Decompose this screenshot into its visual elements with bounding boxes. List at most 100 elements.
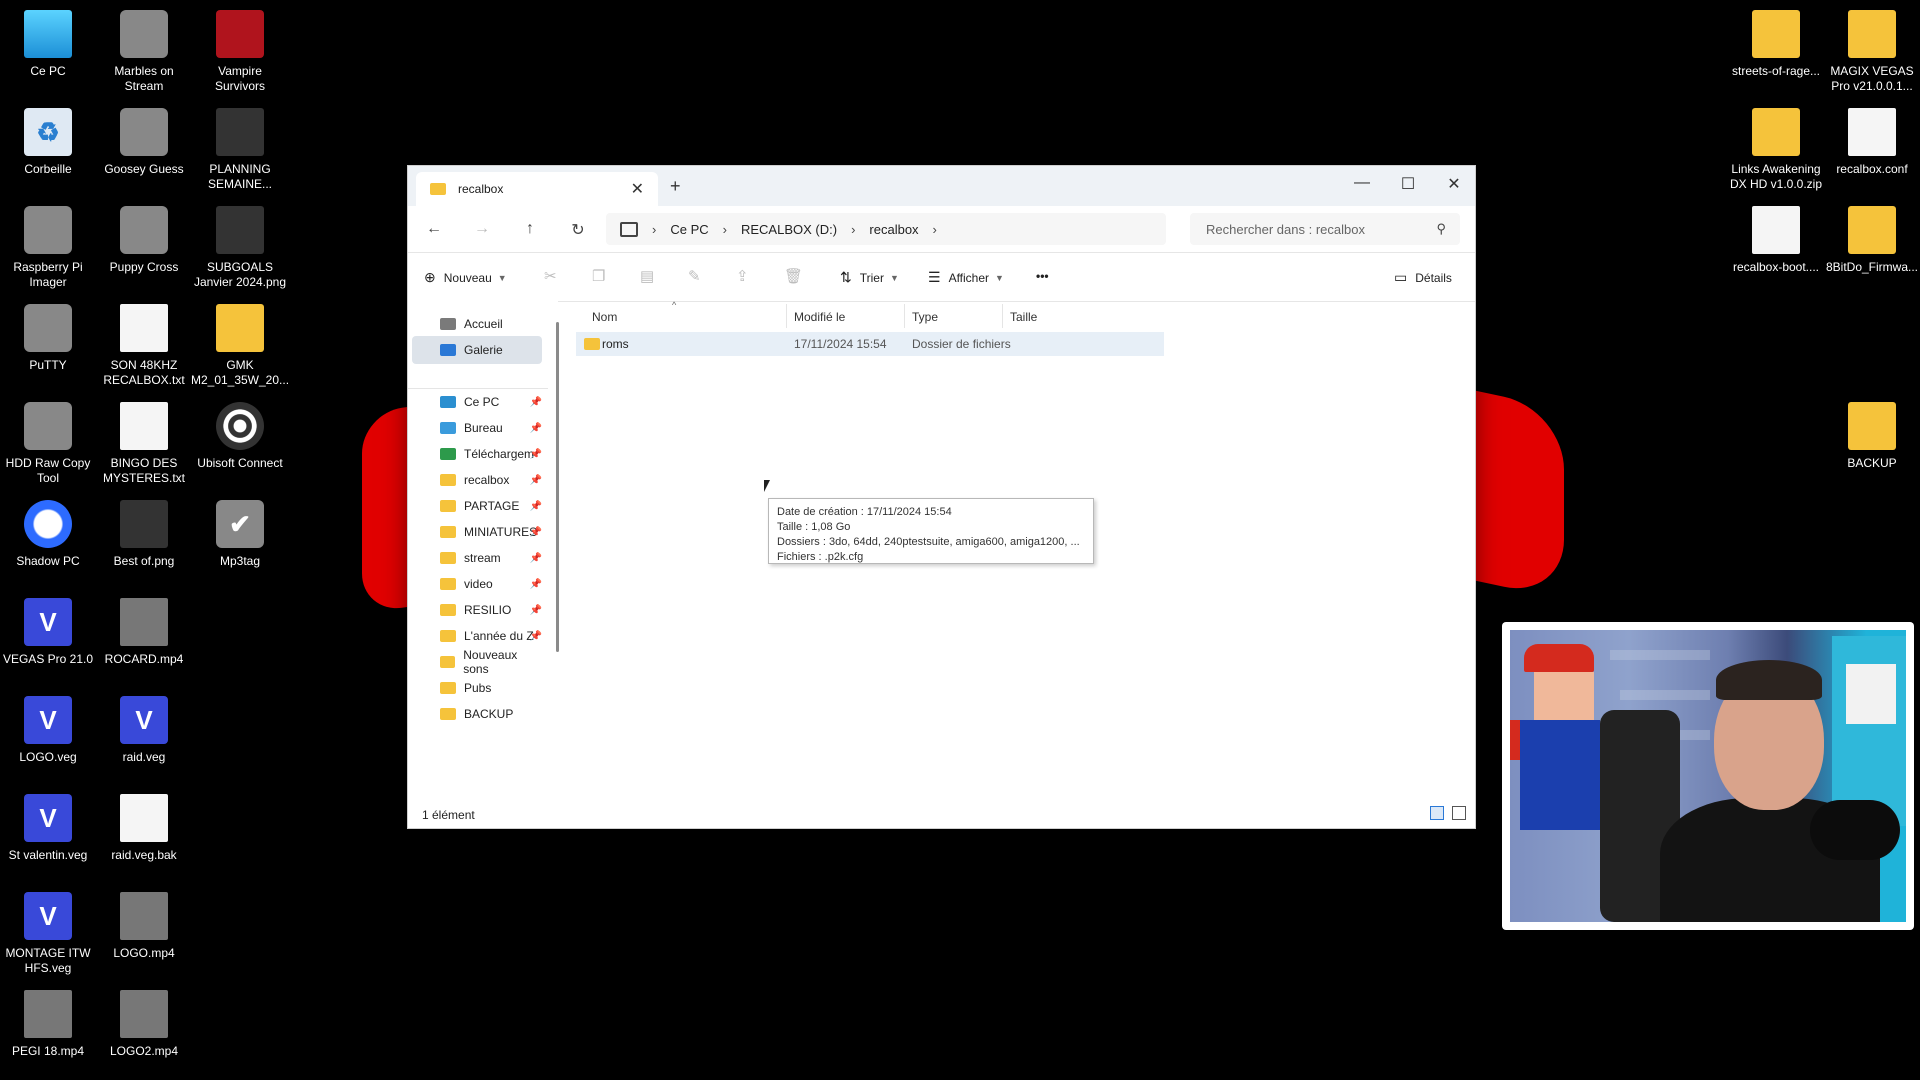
desktop-icon[interactable]: V LOGO.veg: [0, 690, 96, 786]
sidebar-item-stream[interactable]: stream 📌: [412, 544, 542, 572]
desktop-icon[interactable]: Goosey Guess: [96, 102, 192, 198]
sidebar-item-backup[interactable]: BACKUP: [412, 700, 542, 728]
tooltip-size: Taille : 1,08 Go: [777, 521, 851, 533]
desktop-icon[interactable]: Marbles on Stream: [96, 4, 192, 100]
desktop-icon-label: recalbox-boot....: [1732, 260, 1820, 274]
desktop-icon[interactable]: SON 48KHZ RECALBOX.txt: [96, 298, 192, 394]
sidebar-item-t-l-chargem[interactable]: Téléchargem 📌: [412, 440, 542, 468]
desktop-icon[interactable]: Vraid.veg: [96, 690, 192, 786]
sidebar-item-recalbox[interactable]: recalbox 📌: [412, 466, 542, 494]
sidebar-item-ce-pc[interactable]: Ce PC 📌: [412, 388, 542, 416]
sidebar-item-nouveaux-sons[interactable]: Nouveaux sons: [412, 648, 542, 676]
desktop-icon[interactable]: ROCARD.mp4: [96, 592, 192, 688]
details-button[interactable]: ▭ Détails: [1394, 269, 1452, 286]
desktop-icon[interactable]: V St valentin.veg: [0, 788, 96, 884]
desktop-icon[interactable]: Links Awakening DX HD v1.0.0.zip: [1728, 102, 1824, 198]
column-header-size[interactable]: Taille: [1010, 310, 1037, 324]
cut-icon[interactable]: ✂: [544, 267, 557, 285]
column-divider[interactable]: [786, 304, 787, 328]
desktop-icon[interactable]: LOGO2.mp4: [96, 984, 192, 1080]
desktop-icon[interactable]: Puppy Cross: [96, 200, 192, 296]
forward-button[interactable]: →: [472, 220, 492, 238]
desktop-icon[interactable]: Ubisoft Connect: [192, 396, 288, 492]
refresh-button[interactable]: ↻: [568, 220, 588, 240]
desktop-icon[interactable]: PEGI 18.mp4: [0, 984, 96, 1080]
desktop-icon[interactable]: HDD Raw Copy Tool: [0, 396, 96, 492]
putty-icon: [24, 304, 72, 352]
copy-icon[interactable]: ❐: [592, 267, 605, 285]
desktop-icon[interactable]: PLANNING SEMAINE...: [192, 102, 288, 198]
sidebar-item-accueil[interactable]: Accueil: [412, 310, 542, 338]
minimize-button[interactable]: —: [1350, 174, 1374, 192]
details-view-icon[interactable]: [1430, 806, 1444, 820]
search-input[interactable]: Rechercher dans : recalbox ⚲: [1190, 213, 1460, 245]
desktop-icon[interactable]: ✔ Mp3tag: [192, 494, 288, 590]
sidebar-item-galerie[interactable]: Galerie: [412, 336, 542, 364]
back-button[interactable]: ←: [424, 220, 444, 238]
share-icon[interactable]: ⇪: [736, 267, 749, 285]
sidebar-item-video[interactable]: video 📌: [412, 570, 542, 598]
more-options-button[interactable]: •••: [1036, 269, 1049, 283]
sidebar-scrollbar[interactable]: [556, 322, 559, 652]
desktop-icon[interactable]: LOGO.mp4: [96, 886, 192, 982]
desktop-icon[interactable]: ♻ Corbeille: [0, 102, 96, 198]
view-button[interactable]: ☰ Afficher ▼: [928, 269, 1004, 286]
row-type: Dossier de fichiers: [912, 337, 1011, 351]
desktop-icon-label: MAGIX VEGAS Pro v21.0.0.1...: [1830, 64, 1914, 93]
desktop-icon[interactable]: recalbox-boot....: [1728, 200, 1824, 296]
desktop-icon[interactable]: recalbox.conf: [1824, 102, 1920, 198]
desktop-icon[interactable]: V MONTAGE ITW HFS.veg: [0, 886, 96, 982]
desktop-icon[interactable]: BACKUP: [1824, 396, 1920, 492]
mouse-cursor-icon: [764, 480, 776, 492]
paste-icon[interactable]: ▤: [640, 267, 654, 285]
column-header-name[interactable]: Nom: [592, 310, 617, 324]
desktop-icon[interactable]: streets-of-rage...: [1728, 4, 1824, 100]
video-file-icon: [120, 892, 168, 940]
desktop-icon[interactable]: Vampire Survivors: [192, 4, 288, 100]
sidebar-item-miniatures[interactable]: MINIATURES 📌: [412, 518, 542, 546]
close-button[interactable]: ✕: [1442, 174, 1466, 194]
desktop-icon[interactable]: Ce PC: [0, 4, 96, 100]
up-button[interactable]: ↑: [520, 220, 540, 238]
new-button[interactable]: ⊕ Nouveau ▼: [424, 269, 507, 286]
computer-icon: [620, 221, 638, 237]
desktop-icon[interactable]: Shadow PC: [0, 494, 96, 590]
sort-icon: ⇅: [840, 269, 852, 285]
rename-icon[interactable]: ✎: [688, 267, 701, 285]
tiles-view-icon[interactable]: [1452, 806, 1466, 820]
desktop-icon[interactable]: SUBGOALS Janvier 2024.png: [192, 200, 288, 296]
desktop-icon[interactable]: Best of.png: [96, 494, 192, 590]
desktop-icon[interactable]: V VEGAS Pro 21.0: [0, 592, 96, 688]
breadcrumb-ce-pc[interactable]: Ce PC: [670, 222, 708, 237]
breadcrumb-recalbox-drive[interactable]: RECALBOX (D:): [741, 222, 837, 237]
address-bar[interactable]: › Ce PC › RECALBOX (D:) › recalbox ›: [606, 213, 1166, 245]
desktop-icon[interactable]: Raspberry Pi Imager: [0, 200, 96, 296]
desktop-icon[interactable]: raid.veg.bak: [96, 788, 192, 884]
breadcrumb-recalbox[interactable]: recalbox: [869, 222, 918, 237]
delete-icon[interactable]: 🗑: [784, 267, 803, 285]
new-tab-button[interactable]: +: [670, 176, 681, 197]
maximize-button[interactable]: ☐: [1396, 174, 1420, 194]
desktop-icon[interactable]: GMK M2_01_35W_20...: [191, 298, 289, 394]
column-header-modified[interactable]: Modifié le: [794, 310, 845, 324]
sidebar-item-bureau[interactable]: Bureau 📌: [412, 414, 542, 442]
sidebar-item-partage[interactable]: PARTAGE 📌: [412, 492, 542, 520]
sidebar-item-resilio[interactable]: RESILIO 📌: [412, 596, 542, 624]
sidebar-item-pubs[interactable]: Pubs: [412, 674, 542, 702]
vampire-survivors-icon: [216, 10, 264, 58]
column-header-type[interactable]: Type: [912, 310, 938, 324]
column-divider[interactable]: [1002, 304, 1003, 328]
desktop-icon-label: Best of.png: [113, 554, 175, 568]
sidebar-item-l-ann-e-du-z[interactable]: L'année du Z 📌: [412, 622, 542, 650]
desktop-icon[interactable]: BINGO DES MYSTERES.txt: [96, 396, 192, 492]
desktop-icon[interactable]: MAGIX VEGAS Pro v21.0.0.1...: [1824, 4, 1920, 100]
table-row[interactable]: roms 17/11/2024 15:54 Dossier de fichier…: [576, 332, 1164, 356]
desktop-icon[interactable]: PuTTY: [0, 298, 96, 394]
column-divider[interactable]: [904, 304, 905, 328]
view-icon: ☰: [928, 269, 941, 285]
sort-button[interactable]: ⇅ Trier ▼: [840, 269, 899, 286]
desktop-icon-label: VEGAS Pro 21.0: [2, 652, 94, 666]
tab-close-icon[interactable]: ✕: [631, 179, 644, 199]
tab-recalbox[interactable]: recalbox ✕: [416, 172, 658, 206]
desktop-icon[interactable]: 8BitDo_Firmwa...: [1824, 200, 1920, 296]
